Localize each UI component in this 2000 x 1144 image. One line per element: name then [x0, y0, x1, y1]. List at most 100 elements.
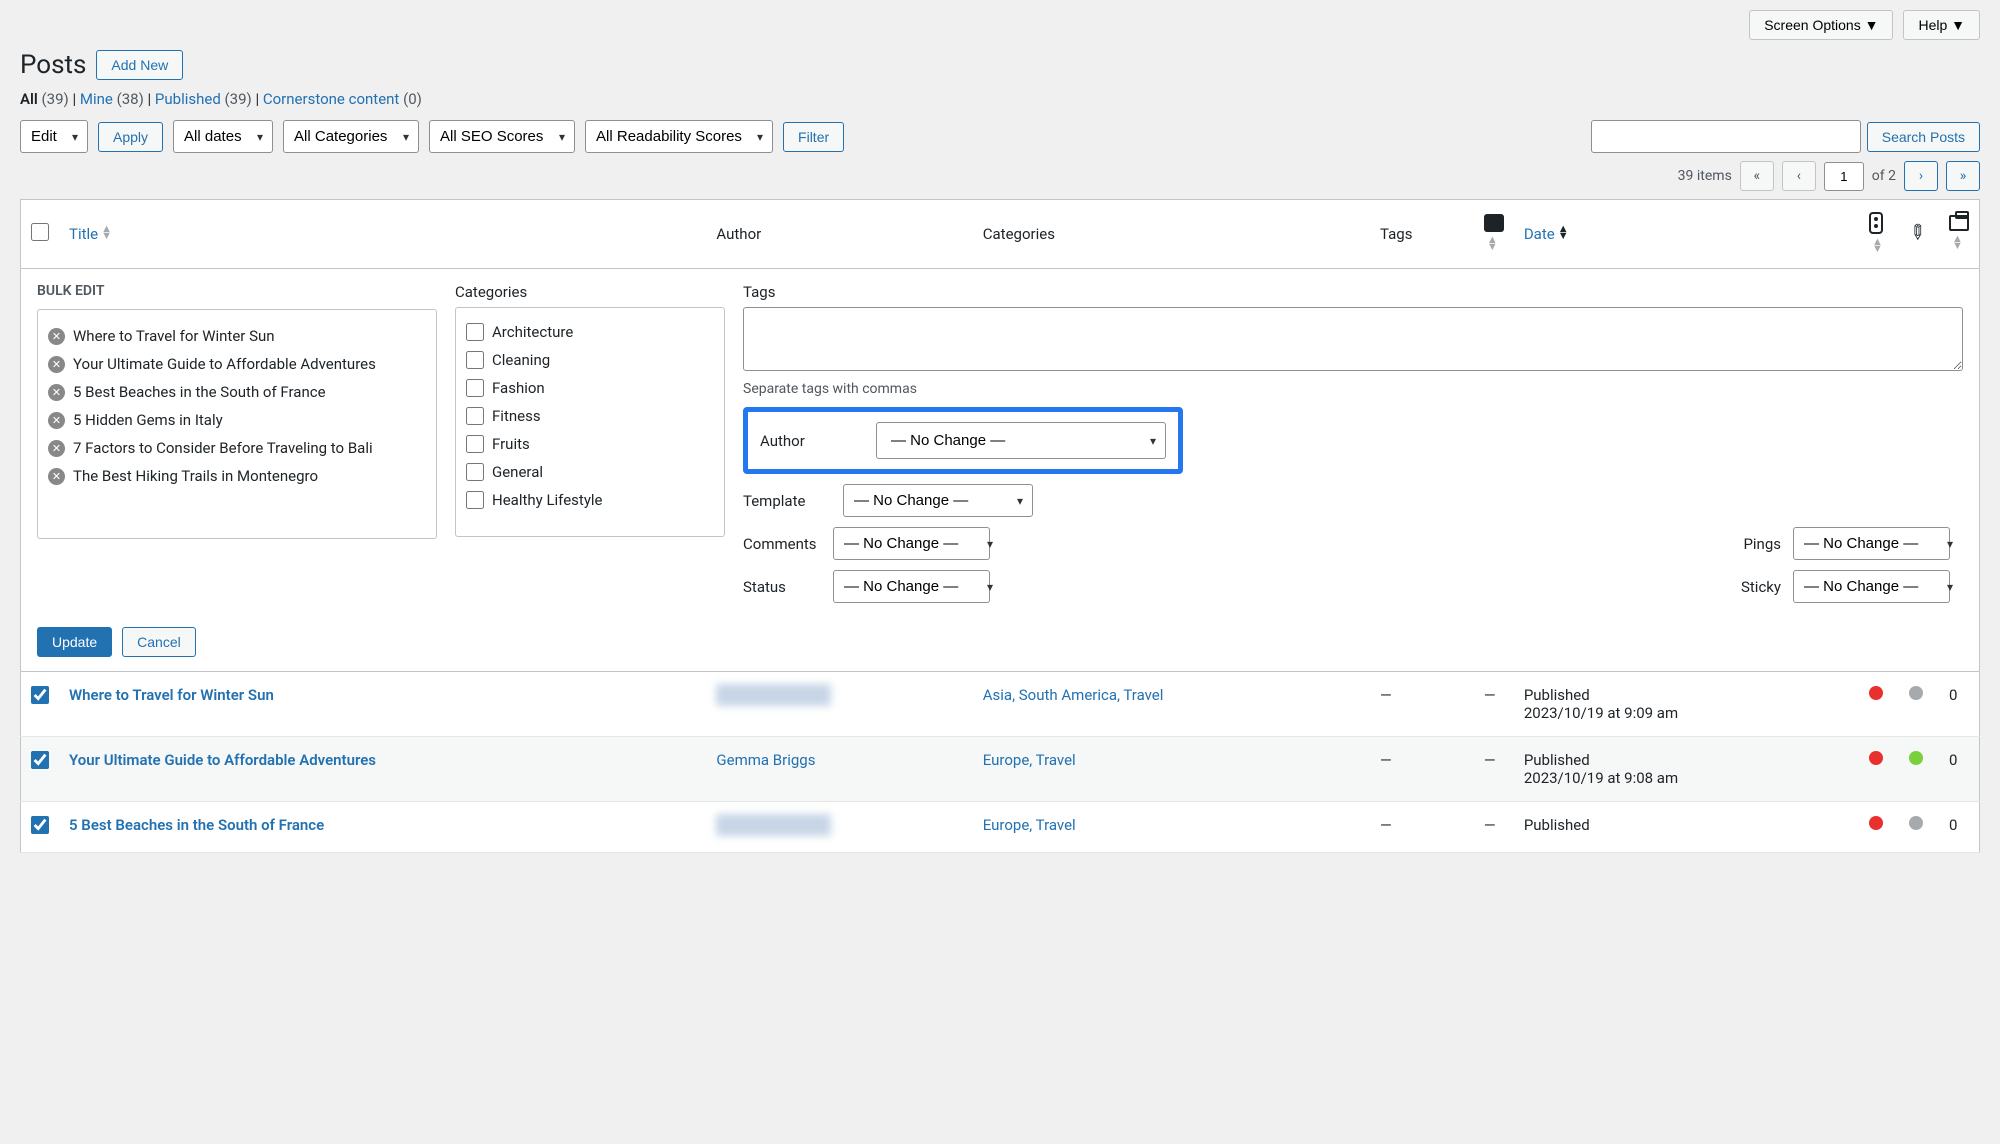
seo-score-dot — [1869, 686, 1883, 700]
remove-icon[interactable]: ✕ — [48, 468, 65, 485]
status-label: Published — [1524, 686, 1590, 704]
tags-textarea[interactable] — [743, 307, 1963, 371]
table-row: Your Ultimate Guide to Affordable Advent… — [21, 737, 1980, 802]
categories-link[interactable]: Europe, Travel — [983, 816, 1076, 834]
category-checkbox[interactable] — [466, 407, 484, 425]
remove-icon[interactable]: ✕ — [48, 356, 65, 373]
categories-link[interactable]: Europe, Travel — [983, 751, 1076, 769]
filter-published[interactable]: Published — [155, 90, 221, 108]
filter-cornerstone[interactable]: Cornerstone content — [263, 90, 399, 108]
categories-select[interactable]: All Categories — [283, 120, 419, 153]
tags-hint: Separate tags with commas — [743, 381, 1963, 397]
remove-icon[interactable]: ✕ — [48, 440, 65, 457]
filter-all[interactable]: All — [20, 90, 38, 108]
readability-select[interactable]: All Readability Scores — [585, 120, 773, 153]
category-checkbox[interactable] — [466, 491, 484, 509]
col-readability[interactable] — [1899, 200, 1939, 269]
col-title[interactable]: Title▲▼ — [59, 200, 706, 269]
table-row: Where to Travel for Winter Sun hollysant… — [21, 672, 1980, 737]
template-select[interactable]: — No Change — — [843, 484, 1033, 517]
category-checkbox[interactable] — [466, 351, 484, 369]
tags-value: — — [1380, 816, 1392, 834]
author-link[interactable]: Gemma Briggs — [716, 751, 815, 769]
sort-icon: ▲▼ — [1558, 226, 1569, 239]
update-button[interactable]: Update — [37, 627, 112, 657]
pings-select[interactable]: — No Change — — [1793, 527, 1950, 560]
categories-label: Categories — [455, 283, 725, 301]
readability-dot — [1909, 686, 1923, 700]
category-item[interactable]: Healthy Lifestyle — [466, 486, 714, 514]
status-label: Published — [1524, 816, 1590, 834]
category-item[interactable]: Fitness — [466, 402, 714, 430]
bulk-action-select[interactable]: Edit — [20, 120, 88, 153]
cancel-button[interactable]: Cancel — [122, 627, 196, 657]
categories-link[interactable]: Asia, South America, Travel — [983, 686, 1164, 704]
screen-options-label: Screen Options — [1764, 17, 1861, 33]
sort-icon: ▲▼ — [1872, 239, 1883, 252]
screen-options-button[interactable]: Screen Options ▼ — [1749, 10, 1893, 40]
category-item[interactable]: Fashion — [466, 374, 714, 402]
col-date[interactable]: Date▲▼ — [1514, 200, 1859, 269]
category-checkbox[interactable] — [466, 379, 484, 397]
category-item[interactable]: Fruits — [466, 430, 714, 458]
author-label: Author — [760, 432, 836, 450]
col-comments[interactable]: ▲▼ — [1474, 200, 1514, 269]
category-checkbox[interactable] — [466, 323, 484, 341]
col-categories[interactable]: Categories — [973, 200, 1370, 269]
remove-icon[interactable]: ✕ — [48, 384, 65, 401]
current-page-input[interactable] — [1824, 162, 1864, 191]
select-all-checkbox[interactable] — [31, 223, 49, 241]
category-checkbox[interactable] — [466, 463, 484, 481]
col-tags[interactable]: Tags — [1370, 200, 1474, 269]
remove-icon[interactable]: ✕ — [48, 328, 65, 345]
post-title-link[interactable]: Where to Travel for Winter Sun — [69, 686, 274, 704]
add-new-button[interactable]: Add New — [96, 50, 183, 80]
search-input[interactable] — [1591, 120, 1861, 153]
seo-score-dot — [1869, 751, 1883, 765]
first-page-button[interactable]: « — [1740, 161, 1774, 191]
category-item[interactable]: Architecture — [466, 318, 714, 346]
remove-icon[interactable]: ✕ — [48, 412, 65, 429]
row-checkbox[interactable] — [31, 751, 49, 769]
prev-page-button[interactable]: ‹ — [1782, 161, 1816, 191]
tags-value: — — [1380, 686, 1392, 704]
status-label: Published — [1524, 751, 1590, 769]
category-item[interactable]: Cleaning — [466, 346, 714, 374]
col-author[interactable]: Author — [706, 200, 972, 269]
apply-button[interactable]: Apply — [98, 122, 163, 152]
total-pages-label: of 2 — [1872, 168, 1896, 184]
links-count: 0 — [1949, 751, 1957, 769]
help-button[interactable]: Help ▼ — [1903, 10, 1980, 40]
next-page-button[interactable]: › — [1904, 161, 1938, 191]
col-seo-score[interactable]: ▲▼ — [1859, 200, 1899, 269]
col-links[interactable]: ▲▼ — [1939, 200, 1980, 269]
tags-label: Tags — [743, 283, 1963, 301]
filter-mine-count: (38) — [117, 90, 144, 108]
sticky-select[interactable]: — No Change — — [1793, 570, 1950, 603]
author-select[interactable]: — No Change — — [876, 422, 1166, 459]
filter-mine[interactable]: Mine — [80, 90, 113, 108]
dates-select[interactable]: All dates — [173, 120, 273, 153]
inbox-icon — [1949, 215, 1969, 231]
comments-select[interactable]: — No Change — — [833, 527, 990, 560]
links-count: 0 — [1949, 816, 1957, 834]
bulk-edit-heading: BULK EDIT — [37, 283, 437, 299]
last-page-button[interactable]: » — [1946, 161, 1980, 191]
filter-cornerstone-count: (0) — [403, 90, 422, 108]
post-title-link[interactable]: Your Ultimate Guide to Affordable Advent… — [69, 751, 376, 769]
feather-icon — [1909, 222, 1929, 242]
author-link[interactable]: hollysantamera — [716, 814, 831, 836]
category-item[interactable]: General — [466, 458, 714, 486]
seo-select[interactable]: All SEO Scores — [429, 120, 575, 153]
status-select[interactable]: — No Change — — [833, 570, 990, 603]
search-posts-button[interactable]: Search Posts — [1867, 122, 1980, 152]
row-checkbox[interactable] — [31, 686, 49, 704]
tags-value: — — [1380, 751, 1392, 769]
author-link[interactable]: hollysantamera — [716, 684, 831, 706]
comments-label: Comments — [743, 535, 833, 553]
category-checkbox[interactable] — [466, 435, 484, 453]
row-checkbox[interactable] — [31, 816, 49, 834]
post-status-filters: All (39) | Mine (38) | Published (39) | … — [20, 90, 1980, 108]
filter-button[interactable]: Filter — [783, 122, 844, 152]
post-title-link[interactable]: 5 Best Beaches in the South of France — [69, 816, 324, 834]
